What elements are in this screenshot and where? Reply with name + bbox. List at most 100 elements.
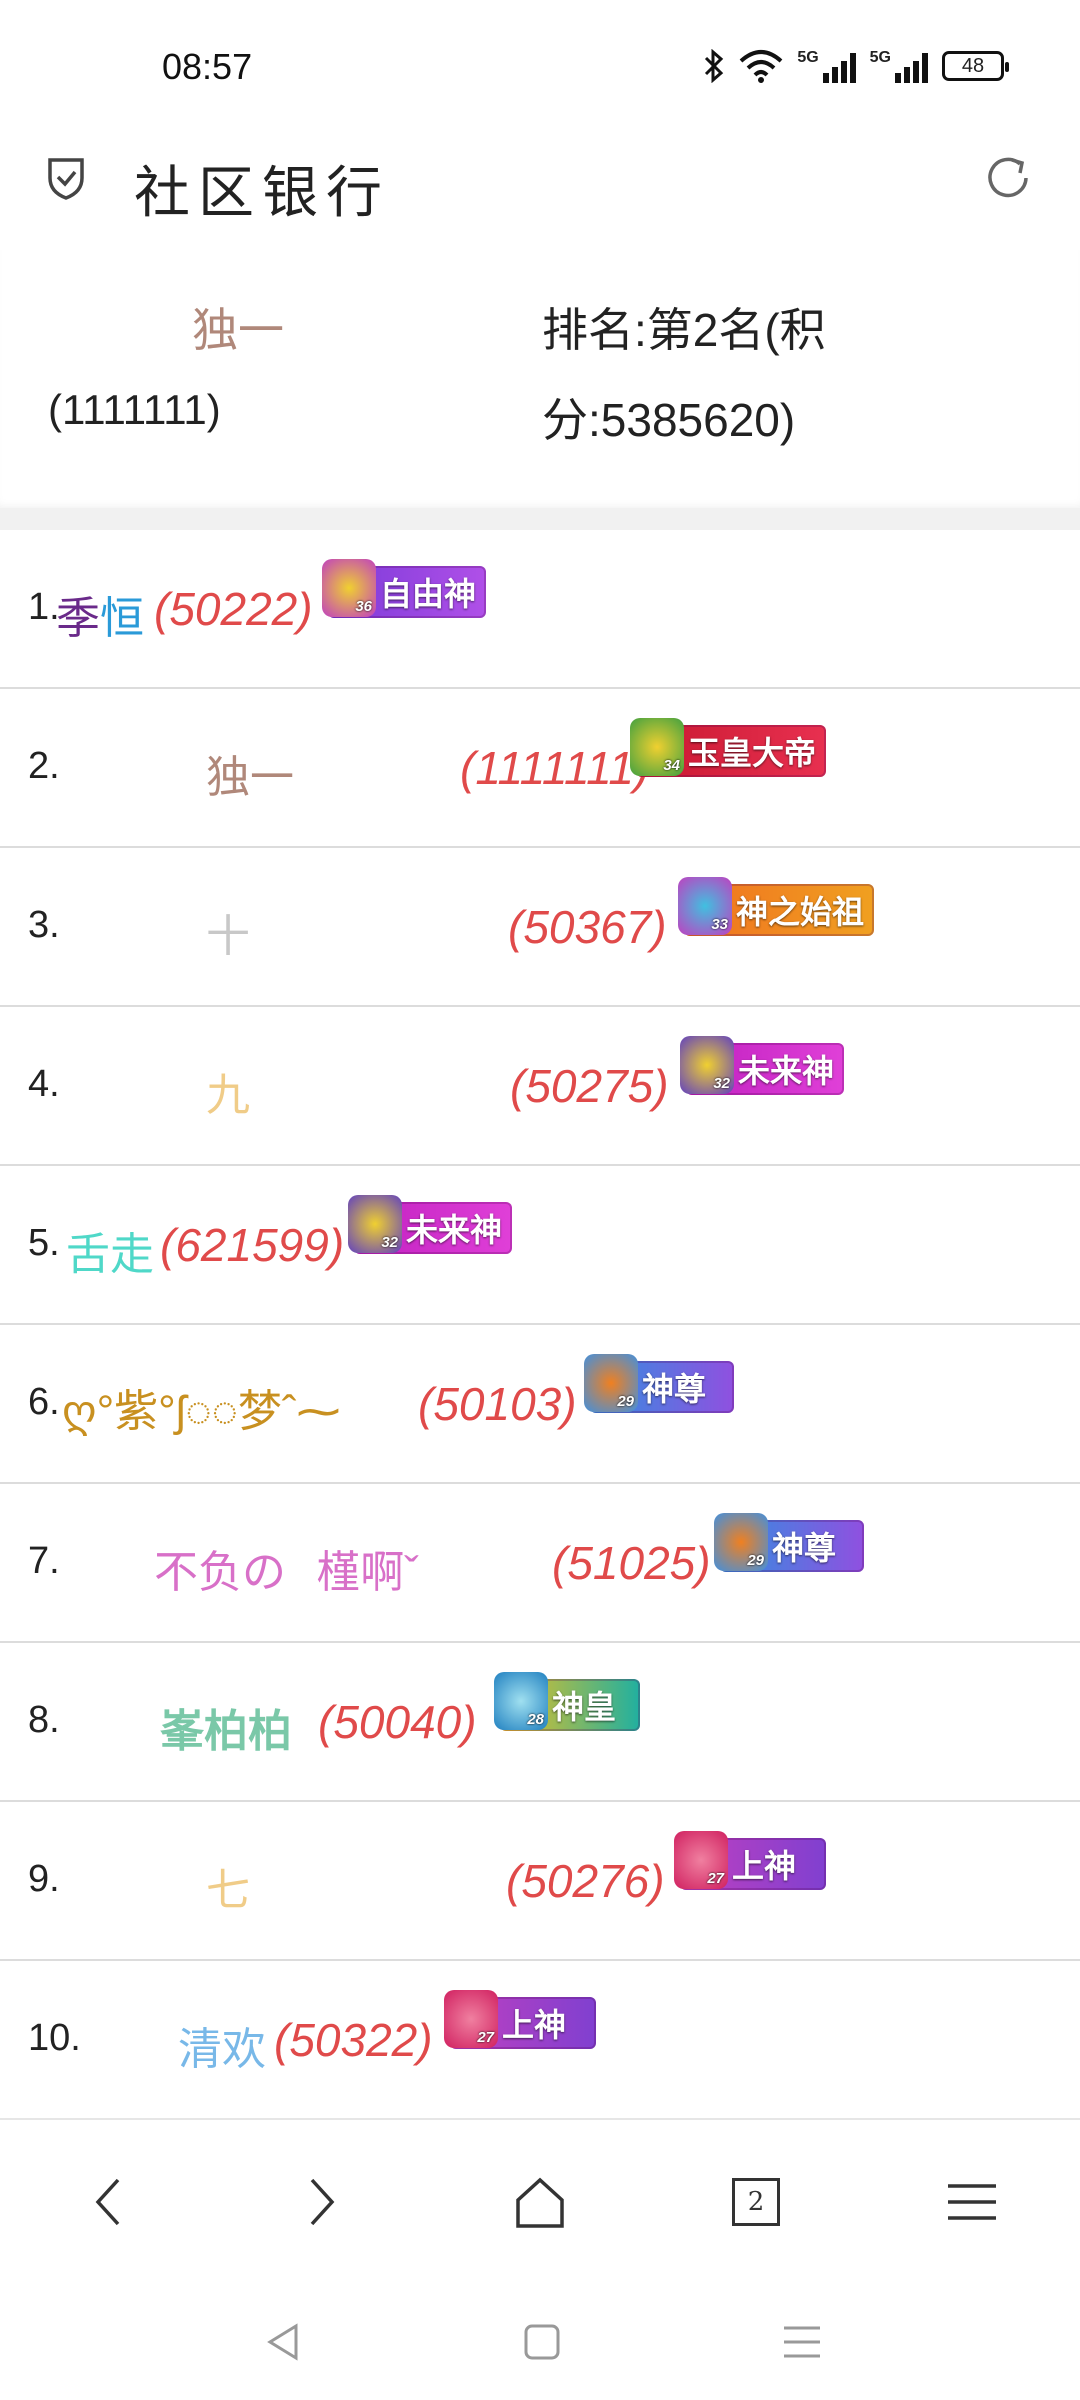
player-name: ღ°紫°ʃ◌◌梦ˆ⁓ xyxy=(62,1387,341,1436)
list-item[interactable]: 2. 独一 (1111111) 34 玉皇大帝 xyxy=(0,689,1080,848)
square-home-icon xyxy=(524,2324,560,2360)
system-back-button[interactable] xyxy=(260,2318,308,2366)
rank-badge: 36 自由神 xyxy=(322,559,487,618)
network-type-2: 5G xyxy=(869,49,891,66)
badge-gem-icon: 33 xyxy=(678,877,732,935)
home-button[interactable] xyxy=(508,2170,572,2234)
system-recents-button[interactable] xyxy=(778,2318,826,2366)
list-item[interactable]: 1. 季恒 (50222) 36 自由神 xyxy=(0,530,1080,689)
player-score: (50222) xyxy=(154,583,313,635)
player-score: (50367) xyxy=(508,901,667,953)
badge-level: 29 xyxy=(747,1552,764,1569)
rank-number: 3. xyxy=(28,904,60,946)
wifi-icon xyxy=(739,50,783,83)
rank-number: 2. xyxy=(28,745,60,787)
badge-title: 玉皇大帝 xyxy=(688,735,817,771)
badge-gem-icon: 32 xyxy=(348,1195,402,1253)
back-icon xyxy=(95,2178,120,2226)
badge-gem-icon: 34 xyxy=(630,718,684,776)
rank-number: 8. xyxy=(28,1699,60,1741)
user-id: (1111111) xyxy=(48,386,221,433)
status-icons: 5G 5G 48 xyxy=(703,46,1009,86)
signal-icon-2: 5G xyxy=(870,49,928,83)
rank-number: 4. xyxy=(28,1063,60,1105)
player-name: 九 xyxy=(206,1071,250,1120)
tabs-button[interactable]: 2 xyxy=(724,2170,788,2234)
browser-toolbar: 2 xyxy=(0,2130,1080,2270)
badge-level: 27 xyxy=(707,1870,724,1887)
user-rank-line2: 分:5385620) xyxy=(542,394,796,446)
player-name: 独一 xyxy=(206,753,294,802)
rank-badge: 29 神尊 xyxy=(584,1354,735,1413)
player-name: 舌走 xyxy=(66,1230,154,1279)
badge-gem-icon: 27 xyxy=(674,1831,728,1889)
player-name: 不负の 槿啊ˇ xyxy=(154,1548,419,1597)
rank-badge: 33 神之始祖 xyxy=(678,877,875,936)
rank-badge: 28 神皇 xyxy=(494,1672,641,1731)
badge-level: 32 xyxy=(381,1234,398,1251)
user-name: 独一 xyxy=(192,304,284,356)
badge-gem-icon: 29 xyxy=(584,1354,638,1412)
player-score: (50275) xyxy=(510,1060,669,1112)
badge-gem-icon: 32 xyxy=(680,1036,734,1094)
rank-badge: 32 未来神 xyxy=(680,1036,845,1095)
status-bar: 08:57 5G 5G 48 xyxy=(0,0,1080,130)
badge-title: 神尊 xyxy=(642,1371,707,1407)
player-score: (50322) xyxy=(274,2014,433,2066)
rank-number: 5. xyxy=(28,1222,60,1264)
list-item[interactable]: 9. 七 (50276) 27 上神 xyxy=(0,1802,1080,1961)
player-score: (51025) xyxy=(552,1537,711,1589)
tabs-icon: 2 xyxy=(732,2178,780,2226)
player-score: (621599) xyxy=(160,1219,345,1271)
list-item[interactable]: 5. 舌走 (621599) 32 未来神 xyxy=(0,1166,1080,1325)
rank-number: 9. xyxy=(28,1858,60,1900)
badge-gem-icon: 29 xyxy=(714,1513,768,1571)
player-score: (1111111) xyxy=(460,742,650,794)
player-name-part: 季 xyxy=(56,594,100,643)
player-score: (50040) xyxy=(318,1696,477,1748)
list-item[interactable]: 7. 不负の 槿啊ˇ (51025) 29 神尊 xyxy=(0,1484,1080,1643)
user-rank-line1: 排名:第2名(积 xyxy=(542,304,826,356)
badge-level: 32 xyxy=(713,1075,730,1092)
shield-check-icon[interactable] xyxy=(46,154,86,202)
status-time: 08:57 xyxy=(162,46,253,87)
list-item[interactable]: 4. 九 (50275) 32 未来神 xyxy=(0,1007,1080,1166)
menu-icon xyxy=(948,2184,996,2220)
menu-button[interactable] xyxy=(940,2170,1004,2234)
signal-icon-1: 5G xyxy=(797,49,856,83)
forward-icon xyxy=(310,2178,335,2226)
badge-title: 神之始祖 xyxy=(736,894,865,930)
tab-count: 2 xyxy=(747,2187,765,2217)
badge-title: 上神 xyxy=(502,2007,567,2043)
badge-title: 未来神 xyxy=(738,1053,835,1089)
rank-badge: 32 未来神 xyxy=(348,1195,513,1254)
recents-menu-icon xyxy=(784,2326,820,2358)
network-type-1: 5G xyxy=(797,49,819,66)
player-name: 清欢 xyxy=(178,2025,266,2074)
player-name: 季恒 xyxy=(56,582,144,646)
list-item[interactable]: 3. 十 (50367) 33 神之始祖 xyxy=(0,848,1080,1007)
battery-level: 48 xyxy=(961,54,985,77)
rank-number: 7. xyxy=(28,1540,60,1582)
back-button[interactable] xyxy=(76,2170,140,2234)
player-score: (50103) xyxy=(418,1378,577,1430)
home-icon xyxy=(516,2177,564,2228)
list-item[interactable]: 6. ღ°紫°ʃ◌◌梦ˆ⁓ (50103) 29 神尊 xyxy=(0,1325,1080,1484)
user-summary-card: 独一 (1111111) 排名:第2名(积 分:5385620) xyxy=(0,250,1080,508)
rank-badge: 29 神尊 xyxy=(714,1513,865,1572)
player-name: 七 xyxy=(206,1866,250,1915)
list-item[interactable]: 8. 峯柏柏 (50040) 28 神皇 xyxy=(0,1643,1080,1802)
list-item[interactable]: 10. 清欢 (50322) 27 上神 xyxy=(0,1961,1080,2120)
forward-button[interactable] xyxy=(290,2170,354,2234)
system-home-button[interactable] xyxy=(518,2318,566,2366)
badge-title: 未来神 xyxy=(406,1212,503,1248)
badge-gem-icon: 28 xyxy=(494,1672,548,1730)
rank-number: 10. xyxy=(28,2017,81,2059)
badge-title: 自由神 xyxy=(380,576,477,612)
badge-level: 33 xyxy=(711,916,728,933)
triangle-back-icon xyxy=(267,2323,298,2361)
badge-level: 28 xyxy=(527,1711,544,1728)
system-navigation-bar xyxy=(0,2300,1080,2400)
refresh-icon[interactable] xyxy=(980,150,1036,206)
badge-gem-icon: 36 xyxy=(322,559,376,617)
